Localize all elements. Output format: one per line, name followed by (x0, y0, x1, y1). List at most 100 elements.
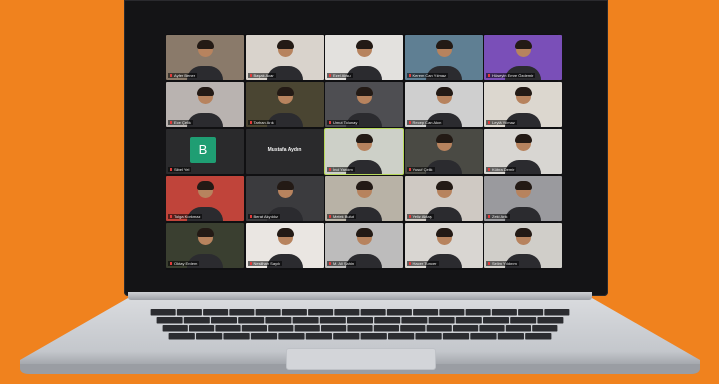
participant-tile[interactable]: Ece Çelik (166, 82, 244, 127)
keyboard-key[interactable] (294, 325, 320, 332)
participant-tile[interactable]: Ayfer Bener (166, 35, 244, 80)
keyboard-key[interactable] (426, 325, 452, 332)
participant-tile[interactable]: Kübra Demir (484, 129, 562, 174)
keyboard-key[interactable] (150, 309, 176, 316)
muted-mic-icon (408, 215, 411, 219)
keyboard-key[interactable] (308, 309, 334, 316)
keyboard-key[interactable] (360, 309, 386, 316)
keyboard-key[interactable] (497, 333, 524, 340)
keyboard-key[interactable] (333, 333, 360, 340)
participant-tile[interactable]: Umut Tolunay (325, 82, 403, 127)
keyboard-key[interactable] (470, 333, 497, 340)
participant-tile[interactable]: Oktay Erdem (166, 223, 244, 268)
keyboard-key[interactable] (439, 309, 465, 316)
keyboard-key[interactable] (268, 325, 294, 332)
keyboard-key[interactable] (518, 309, 544, 316)
participant-tile[interactable]: Mustafa Aydın (245, 129, 324, 174)
keyboard-key[interactable] (413, 309, 439, 316)
keyboard-key[interactable] (292, 317, 319, 324)
muted-mic-icon (488, 215, 490, 219)
participant-hair (356, 40, 373, 50)
participant-name-text: Tolga Korkmaz (174, 214, 201, 219)
keyboard-key[interactable] (176, 309, 202, 316)
keyboard-key[interactable] (305, 333, 332, 340)
keyboard-key[interactable] (479, 325, 505, 332)
keyboard-key[interactable] (211, 317, 237, 324)
muted-mic-icon (249, 215, 252, 219)
keyboard-key[interactable] (183, 317, 210, 324)
keyboard-key[interactable] (415, 333, 442, 340)
keyboard-key[interactable] (401, 317, 428, 324)
keyboard-key[interactable] (510, 317, 537, 324)
participant-name: Oktay Erdem (168, 261, 200, 266)
participant-tile[interactable]: Ezel Aksu (325, 35, 403, 80)
keyboard-key[interactable] (388, 333, 415, 340)
keyboard-key[interactable] (400, 325, 426, 332)
participant-tile[interactable]: Selim Yıldırım (484, 223, 562, 268)
keyboard-key[interactable] (189, 325, 215, 332)
keyboard-key[interactable] (532, 325, 558, 332)
muted-mic-icon (408, 121, 411, 125)
keyboard-key[interactable] (238, 317, 265, 324)
participant-tile[interactable]: Sibel Yel B (166, 129, 244, 174)
keyboard-key[interactable] (278, 333, 305, 340)
keyboard-key[interactable] (241, 325, 267, 332)
participant-tile[interactable]: Neslihan Sayılı (245, 223, 324, 268)
keyboard-key[interactable] (373, 325, 399, 332)
participant-hair (515, 134, 532, 144)
keyboard-key[interactable] (491, 309, 517, 316)
participant-tile[interactable]: Yusuf Çelik (404, 129, 483, 174)
keyboard-key[interactable] (196, 333, 223, 340)
keyboard-key[interactable] (229, 309, 255, 316)
keyboard-key[interactable] (537, 317, 564, 324)
keyboard-key[interactable] (442, 333, 470, 340)
participant-tile[interactable]: Berat Akyıldız (245, 176, 324, 221)
participant-tile[interactable]: Hacer Tuncer (404, 223, 483, 268)
keyboard-key[interactable] (255, 309, 281, 316)
keyboard-key[interactable] (162, 325, 188, 332)
keyboard-key[interactable] (168, 333, 195, 340)
keyboard-key[interactable] (360, 333, 387, 340)
keyboard-key[interactable] (347, 317, 373, 324)
keyboard-key[interactable] (525, 333, 552, 340)
participant-hair (515, 87, 532, 97)
participant-tile[interactable]: Başak Acar (245, 35, 324, 80)
keyboard-key[interactable] (215, 325, 241, 332)
keyboard-key[interactable] (321, 325, 347, 332)
keyboard-key[interactable] (265, 317, 292, 324)
participant-tile[interactable]: Zeki Arık (484, 176, 562, 221)
participant-tile[interactable]: Kerem Can Yılmaz (404, 35, 483, 80)
participant-tile[interactable]: Hüseyin Emre Özdemir (484, 35, 562, 80)
participant-tile[interactable]: M. Ali Şahin (325, 223, 403, 268)
keyboard-key[interactable] (347, 325, 373, 332)
keyboard-key[interactable] (156, 317, 183, 324)
keyboard-key[interactable] (386, 309, 412, 316)
keyboard-key[interactable] (483, 317, 509, 324)
participant-name-text: Oktay Erdem (174, 261, 198, 266)
participant-name-text: Sibel Yel (174, 167, 190, 172)
participant-tile[interactable]: Tolga Korkmaz (166, 176, 244, 221)
keyboard-key[interactable] (223, 333, 250, 340)
keyboard-key[interactable] (250, 333, 278, 340)
keyboard-key[interactable] (465, 309, 491, 316)
participant-tile[interactable]: Tarhan Arık (245, 82, 324, 127)
keyboard-key[interactable] (455, 317, 482, 324)
keyboard-key[interactable] (544, 309, 570, 316)
participant-tile[interactable]: Yeliz Aktaş (404, 176, 483, 221)
participant-tile[interactable]: Leylâ Yılmaz (484, 82, 562, 127)
keyboard-key[interactable] (374, 317, 401, 324)
participant-tile[interactable]: İnci Yardım (325, 129, 403, 174)
keyboard-key[interactable] (453, 325, 479, 332)
participant-hair (356, 228, 373, 238)
keyboard-key[interactable] (428, 317, 455, 324)
keyboard-key[interactable] (505, 325, 531, 332)
participant-tile[interactable]: Melek Bulut (325, 176, 403, 221)
keyboard-key[interactable] (319, 317, 346, 324)
keyboard-key[interactable] (281, 309, 307, 316)
muted-mic-icon (249, 74, 252, 78)
keyboard-key[interactable] (203, 309, 229, 316)
participant-tile[interactable]: Recep Can Akın (404, 82, 483, 127)
trackpad[interactable] (286, 348, 436, 370)
participant-name: Ece Çelik (168, 120, 193, 125)
keyboard-key[interactable] (334, 309, 360, 316)
